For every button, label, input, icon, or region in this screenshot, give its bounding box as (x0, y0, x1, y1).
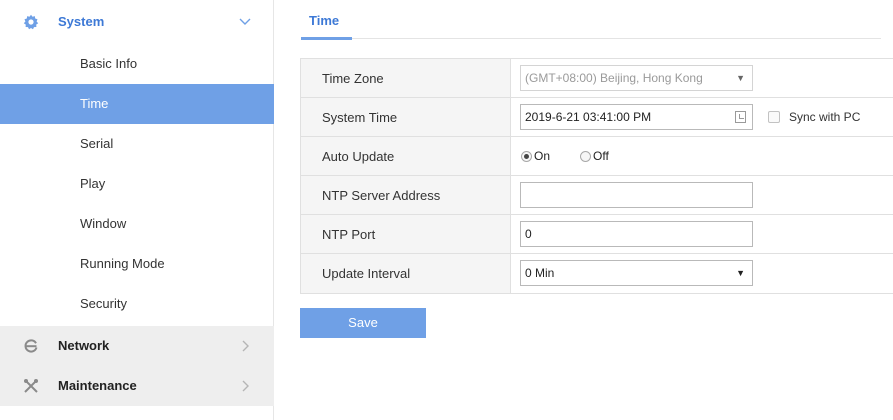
sidebar-item-window[interactable]: Window (0, 204, 274, 244)
save-button[interactable]: Save (300, 308, 426, 338)
form-row-system-time: System Time 2019-6-21 03:41:00 PM Sync w… (301, 98, 893, 137)
time-zone-select[interactable]: (GMT+08:00) Beijing, Hong Kong ▼ (520, 65, 753, 91)
form-row-auto-update: Auto Update On Off (301, 137, 893, 176)
form-row-time-zone: Time Zone (GMT+08:00) Beijing, Hong Kong… (301, 59, 893, 98)
network-icon (23, 338, 39, 354)
auto-update-on[interactable]: On (521, 149, 550, 163)
sidebar-section-label: Maintenance (58, 378, 137, 393)
update-interval-value: 0 Min (525, 266, 555, 280)
sync-with-pc-checkbox[interactable] (768, 111, 780, 123)
tab-divider (301, 38, 881, 39)
sidebar: System Basic Info Time Serial Play Windo… (0, 0, 274, 420)
sidebar-section-label: System (58, 14, 105, 29)
calendar-icon[interactable] (735, 111, 746, 123)
tools-icon (23, 378, 39, 394)
system-time-value: 2019-6-21 03:41:00 PM (525, 110, 652, 124)
radio-on[interactable] (521, 150, 532, 162)
time-zone-label: Time Zone (322, 71, 384, 86)
sidebar-item-label: Serial (80, 136, 114, 151)
dropdown-arrow-icon: ▼ (736, 73, 745, 83)
chevron-right-icon (238, 339, 252, 353)
sidebar-item-basic-info[interactable]: Basic Info (0, 44, 274, 84)
ntp-port-input[interactable]: 0 (520, 221, 753, 247)
radio-off-label: Off (593, 149, 609, 163)
chevron-right-icon (238, 379, 252, 393)
sidebar-item-security[interactable]: Security (0, 284, 274, 324)
radio-on-label: On (534, 149, 551, 163)
ntp-server-input[interactable] (520, 182, 753, 208)
system-time-label: System Time (322, 110, 398, 125)
sync-with-pc[interactable]: Sync with PC (768, 110, 860, 124)
chevron-down-icon (238, 15, 252, 29)
auto-update-off[interactable]: Off (580, 149, 609, 163)
ntp-port-value: 0 (525, 227, 532, 241)
tab-label: Time (309, 13, 340, 28)
sidebar-item-play[interactable]: Play (0, 164, 274, 204)
form-row-ntp-server: NTP Server Address (301, 176, 893, 215)
sidebar-item-time[interactable]: Time (0, 84, 274, 124)
time-zone-value: (GMT+08:00) Beijing, Hong Kong (525, 71, 703, 85)
dropdown-arrow-icon: ▼ (736, 268, 745, 278)
sync-with-pc-label: Sync with PC (789, 110, 861, 124)
update-interval-select[interactable]: 0 Min ▼ (520, 260, 753, 286)
form-row-update-interval: Update Interval 0 Min ▼ (301, 254, 893, 293)
auto-update-radio-group: On Off (521, 149, 639, 163)
auto-update-label: Auto Update (322, 149, 395, 164)
ntp-port-label: NTP Port (322, 227, 376, 242)
form-row-ntp-port: NTP Port 0 (301, 215, 893, 254)
tab-active-indicator (301, 37, 352, 40)
sidebar-item-running-mode[interactable]: Running Mode (0, 244, 274, 284)
system-time-input[interactable]: 2019-6-21 03:41:00 PM (520, 104, 753, 130)
time-settings-form: Time Zone (GMT+08:00) Beijing, Hong Kong… (300, 58, 893, 294)
sidebar-section-network[interactable]: Network (0, 326, 274, 366)
sidebar-item-label: Running Mode (80, 256, 165, 271)
sidebar-section-system[interactable]: System (0, 2, 274, 42)
sidebar-section-maintenance[interactable]: Maintenance (0, 366, 274, 406)
sidebar-item-label: Basic Info (80, 56, 138, 71)
radio-off[interactable] (580, 150, 592, 162)
gear-icon (23, 14, 39, 30)
sidebar-item-label: Time (80, 96, 109, 111)
sidebar-item-label: Play (80, 176, 106, 191)
sidebar-item-label: Window (80, 216, 127, 231)
sidebar-item-label: Security (80, 296, 127, 311)
sidebar-section-label: Network (58, 338, 110, 353)
ntp-server-label: NTP Server Address (322, 188, 441, 203)
update-interval-label: Update Interval (322, 266, 411, 281)
sidebar-item-serial[interactable]: Serial (0, 124, 274, 164)
